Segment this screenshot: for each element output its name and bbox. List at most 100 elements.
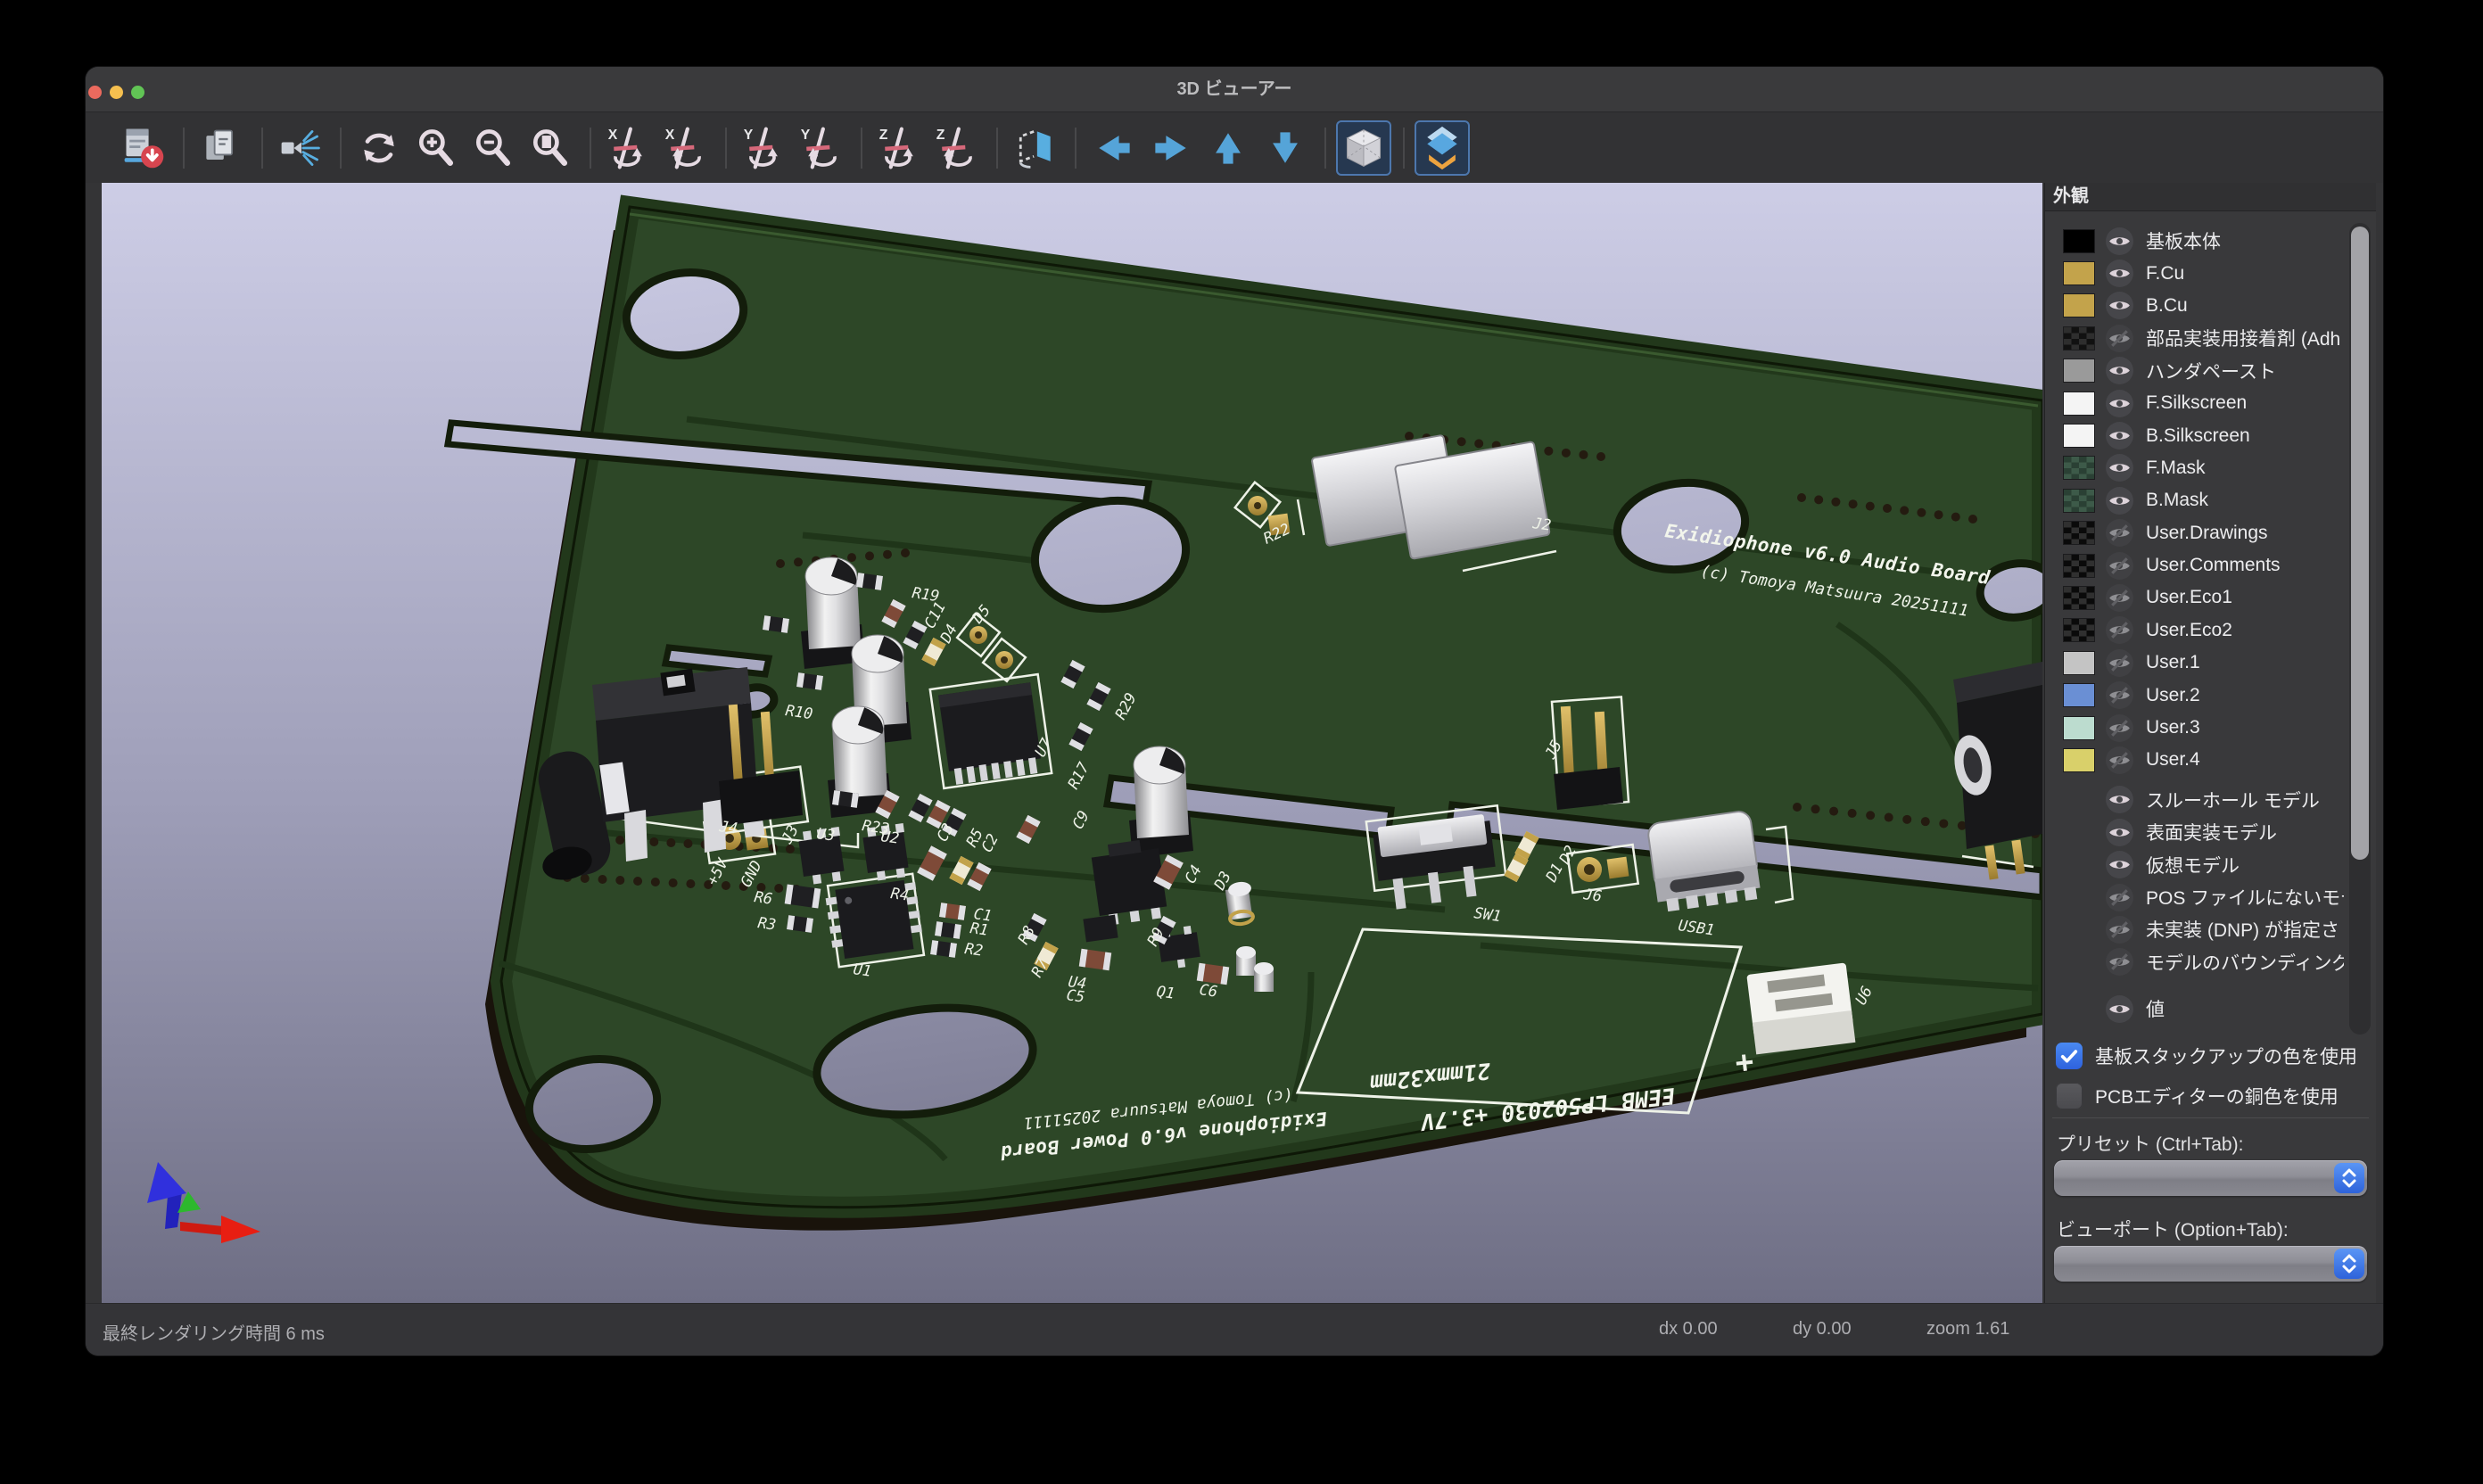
visibility-on-icon[interactable]: [2105, 421, 2134, 450]
rotate-z-clockwise-button[interactable]: Z: [872, 120, 928, 176]
checkbox-unchecked[interactable]: [2056, 1083, 2083, 1109]
layer-row-15[interactable]: User.3: [2045, 712, 2344, 744]
visibility-off-icon[interactable]: [2105, 615, 2134, 645]
visibility-on-icon[interactable]: [2105, 291, 2134, 320]
zoom-to-fit-button[interactable]: [523, 120, 578, 176]
model-row-5[interactable]: モデルのバウンディング: [2045, 946, 2344, 978]
layer-row-6[interactable]: B.Silkscreen: [2045, 419, 2344, 451]
visibility-off-icon[interactable]: [2105, 883, 2134, 912]
visibility-off-icon[interactable]: [2105, 324, 2134, 353]
visibility-on-icon[interactable]: [2105, 356, 2134, 385]
close-button[interactable]: [88, 86, 102, 99]
rotate-z-counterclockwise-button[interactable]: Z: [929, 120, 985, 176]
scrollbar-thumb[interactable]: [2351, 227, 2369, 860]
layer-color-swatch[interactable]: [2063, 586, 2095, 610]
checkbox-row-1[interactable]: PCBエディターの銅色を使用: [2045, 1076, 2376, 1116]
stepper-icon[interactable]: [2334, 1163, 2364, 1193]
layer-color-swatch[interactable]: [2063, 424, 2095, 448]
layer-row-11[interactable]: User.Eco1: [2045, 581, 2344, 614]
layer-color-swatch[interactable]: [2063, 651, 2095, 675]
value-row-0[interactable]: 値: [2045, 993, 2344, 1025]
visibility-on-icon[interactable]: [2105, 785, 2134, 814]
layer-color-swatch[interactable]: [2063, 229, 2095, 253]
layer-color-swatch[interactable]: [2063, 748, 2095, 772]
layer-color-swatch[interactable]: [2063, 521, 2095, 545]
zoom-out-button[interactable]: [466, 120, 521, 176]
layer-row-0[interactable]: 基板本体: [2045, 225, 2344, 257]
layer-color-swatch[interactable]: [2063, 683, 2095, 707]
layer-row-13[interactable]: User.1: [2045, 647, 2344, 679]
rotate-y-clockwise-button[interactable]: Y: [737, 120, 792, 176]
visibility-off-icon[interactable]: [2105, 518, 2134, 548]
viewport-3d[interactable]: Exidiophone v6.0 Audio Board (c) Tomoya …: [102, 183, 2042, 1304]
visibility-off-icon[interactable]: [2105, 583, 2134, 613]
layer-row-8[interactable]: B.Mask: [2045, 484, 2344, 516]
titlebar[interactable]: 3D ビューアー: [86, 67, 2383, 112]
layer-color-swatch[interactable]: [2063, 326, 2095, 350]
layer-color-swatch[interactable]: [2063, 554, 2095, 578]
layer-row-7[interactable]: F.Mask: [2045, 452, 2344, 484]
layer-color-swatch[interactable]: [2063, 489, 2095, 513]
render-raytracing-button[interactable]: [273, 120, 328, 176]
rotate-x-clockwise-button[interactable]: X: [601, 120, 656, 176]
minimize-button[interactable]: [110, 86, 123, 99]
zoom-in-button[interactable]: [408, 120, 464, 176]
layer-row-2[interactable]: B.Cu: [2045, 290, 2344, 322]
rotate-y-counterclockwise-button[interactable]: Y: [794, 120, 849, 176]
visibility-off-icon[interactable]: [2105, 915, 2134, 944]
visibility-on-icon[interactable]: [2105, 389, 2134, 418]
visibility-on-icon[interactable]: [2105, 227, 2134, 256]
preset-select[interactable]: [2054, 1160, 2367, 1196]
visibility-off-icon[interactable]: [2105, 551, 2134, 581]
pan-down-button[interactable]: [1258, 120, 1313, 176]
visibility-on-icon[interactable]: [2105, 994, 2134, 1024]
layer-row-9[interactable]: User.Drawings: [2045, 517, 2344, 549]
model-row-0[interactable]: スルーホール モデル: [2045, 784, 2344, 816]
rotate-x-counterclockwise-button[interactable]: X: [658, 120, 714, 176]
layer-row-16[interactable]: User.4: [2045, 744, 2344, 776]
visibility-off-icon[interactable]: [2105, 746, 2134, 775]
layer-row-4[interactable]: ハンダペースト: [2045, 355, 2344, 387]
layer-row-12[interactable]: User.Eco2: [2045, 614, 2344, 647]
visibility-on-icon[interactable]: [2105, 486, 2134, 515]
layer-color-swatch[interactable]: [2063, 392, 2095, 416]
redraw-button[interactable]: [351, 120, 407, 176]
layer-color-swatch[interactable]: [2063, 261, 2095, 285]
checkbox-row-0[interactable]: 基板スタックアップの色を使用: [2045, 1035, 2376, 1076]
layer-row-1[interactable]: F.Cu: [2045, 257, 2344, 289]
pan-left-button[interactable]: [1086, 120, 1142, 176]
visibility-off-icon[interactable]: [2105, 947, 2134, 977]
appearance-panel-toggle[interactable]: [1415, 120, 1470, 176]
pcb-3d-scene[interactable]: Exidiophone v6.0 Audio Board (c) Tomoya …: [102, 183, 2042, 1304]
copy-image-button[interactable]: [194, 120, 250, 176]
layer-color-swatch[interactable]: [2063, 618, 2095, 642]
visibility-off-icon[interactable]: [2105, 680, 2134, 710]
layer-row-10[interactable]: User.Comments: [2045, 549, 2344, 581]
layer-color-swatch[interactable]: [2063, 359, 2095, 383]
layer-color-swatch[interactable]: [2063, 456, 2095, 480]
flip-board-button[interactable]: [1008, 120, 1063, 176]
viewport-select[interactable]: [2054, 1246, 2367, 1282]
visibility-on-icon[interactable]: [2105, 453, 2134, 482]
checkbox-checked[interactable]: [2056, 1043, 2083, 1069]
model-row-4[interactable]: 未実装 (DNP) が指定さ: [2045, 913, 2344, 945]
layer-row-14[interactable]: User.2: [2045, 679, 2344, 711]
layer-row-3[interactable]: 部品実装用接着剤 (Adh: [2045, 322, 2344, 354]
scrollbar[interactable]: [2349, 223, 2371, 1035]
visibility-on-icon[interactable]: [2105, 850, 2134, 879]
visibility-on-icon[interactable]: [2105, 818, 2134, 847]
visibility-off-icon[interactable]: [2105, 648, 2134, 678]
stepper-icon[interactable]: [2334, 1249, 2364, 1279]
orthographic-projection-toggle[interactable]: [1336, 120, 1391, 176]
pan-up-button[interactable]: [1200, 120, 1256, 176]
layer-row-5[interactable]: F.Silkscreen: [2045, 387, 2344, 419]
pan-right-button[interactable]: [1143, 120, 1199, 176]
reload-board-button[interactable]: [116, 120, 171, 176]
layer-color-swatch[interactable]: [2063, 293, 2095, 317]
model-row-2[interactable]: 仮想モデル: [2045, 848, 2344, 880]
visibility-off-icon[interactable]: [2105, 713, 2134, 743]
model-row-1[interactable]: 表面実装モデル: [2045, 816, 2344, 848]
layer-color-swatch[interactable]: [2063, 716, 2095, 740]
model-row-3[interactable]: POS ファイルにないモデ: [2045, 881, 2344, 913]
visibility-on-icon[interactable]: [2105, 259, 2134, 288]
